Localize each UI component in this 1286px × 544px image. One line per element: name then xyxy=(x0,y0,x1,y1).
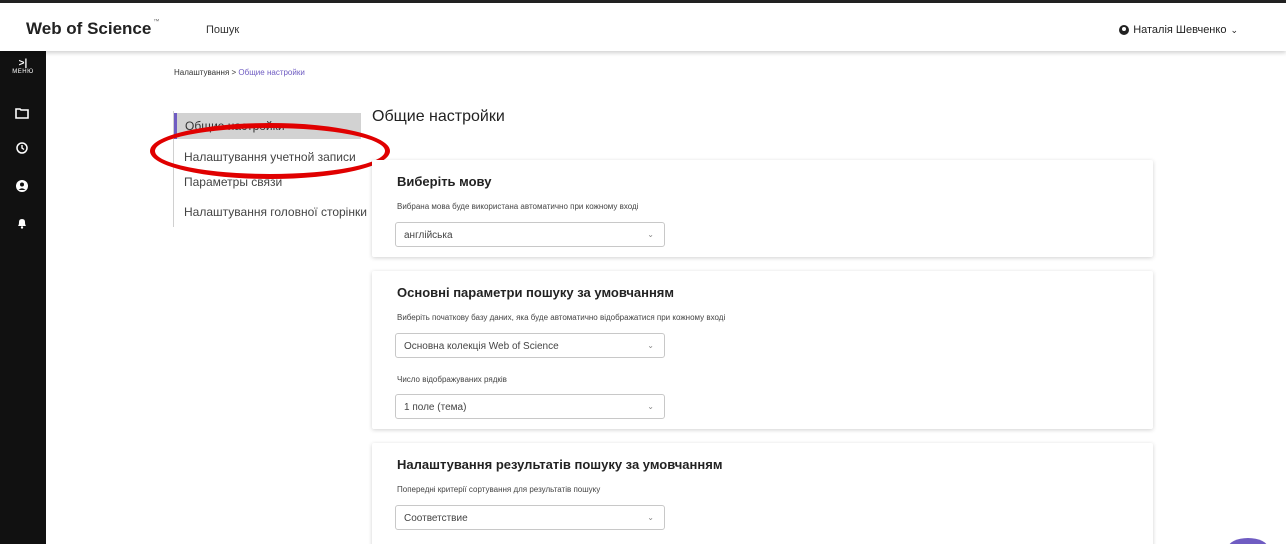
bell-icon[interactable] xyxy=(15,216,29,230)
language-card-description: Вибрана мова буде використана автоматичн… xyxy=(397,202,639,211)
chat-widget-button[interactable] xyxy=(1228,538,1268,544)
chevron-down-icon: ⌄ xyxy=(1230,24,1238,35)
search-defaults-card: Основні параметри пошуку за умовчанням В… xyxy=(372,271,1153,429)
database-description: Виберіть початкову базу даних, яка буде … xyxy=(397,313,726,322)
menu-toggle[interactable]: >| МЕНЮ xyxy=(0,58,46,76)
chevron-down-icon: ⌄ xyxy=(647,341,654,350)
chevron-down-icon: ⌄ xyxy=(647,513,654,522)
annotation-ring xyxy=(150,123,390,179)
rows-label: Число відображуваних рядків xyxy=(397,375,507,384)
brand-text: Web of Science xyxy=(26,19,152,38)
language-card-title: Виберіть мову xyxy=(397,174,492,189)
rows-select-value: 1 поле (тема) xyxy=(404,402,467,413)
breadcrumb-current[interactable]: Общие настройки xyxy=(238,68,304,77)
sort-description: Попередні критерії сортування для резуль… xyxy=(397,485,601,494)
expand-icon: >| xyxy=(18,58,28,69)
breadcrumb: Налаштування > Общие настройки xyxy=(174,68,305,77)
nav-search-link[interactable]: Пошук xyxy=(206,24,239,36)
nav-item-homepage[interactable]: Налаштування головної сторінки xyxy=(174,199,367,225)
search-card-title: Основні параметри пошуку за умовчанням xyxy=(397,285,675,300)
language-card: Виберіть мову Вибрана мова буде використ… xyxy=(372,160,1153,257)
history-icon[interactable] xyxy=(15,141,29,155)
rows-select[interactable]: 1 поле (тема) ⌄ xyxy=(395,394,665,419)
results-card-title: Налаштування результатів пошуку за умовч… xyxy=(397,457,723,472)
language-select-value: англійська xyxy=(404,230,453,241)
menu-label: МЕНЮ xyxy=(12,69,34,75)
side-rail: >| МЕНЮ xyxy=(0,51,46,544)
database-select-value: Основна колекція Web of Science xyxy=(404,341,559,352)
user-menu[interactable]: Наталія Шевченко ⌄ xyxy=(1119,24,1238,36)
database-select[interactable]: Основна колекція Web of Science ⌄ xyxy=(395,333,665,358)
folder-icon[interactable] xyxy=(15,106,29,120)
language-select[interactable]: англійська ⌄ xyxy=(395,222,665,247)
user-circle-icon[interactable] xyxy=(15,179,29,193)
brand-trademark: ™ xyxy=(153,19,160,25)
chevron-down-icon: ⌄ xyxy=(647,402,654,411)
page-title: Общие настройки xyxy=(372,108,505,125)
breadcrumb-parent[interactable]: Налаштування xyxy=(174,68,229,77)
app-header: Web of Science ™ Пошук Наталія Шевченко ⌄ xyxy=(0,3,1286,51)
chevron-down-icon: ⌄ xyxy=(647,230,654,239)
sort-select-value: Соответствие xyxy=(404,513,468,524)
sort-select[interactable]: Соответствие ⌄ xyxy=(395,505,665,530)
results-defaults-card: Налаштування результатів пошуку за умовч… xyxy=(372,443,1153,544)
user-icon xyxy=(1119,25,1130,35)
user-name: Наталія Шевченко xyxy=(1133,24,1227,36)
brand-logo[interactable]: Web of Science ™ xyxy=(26,19,159,39)
